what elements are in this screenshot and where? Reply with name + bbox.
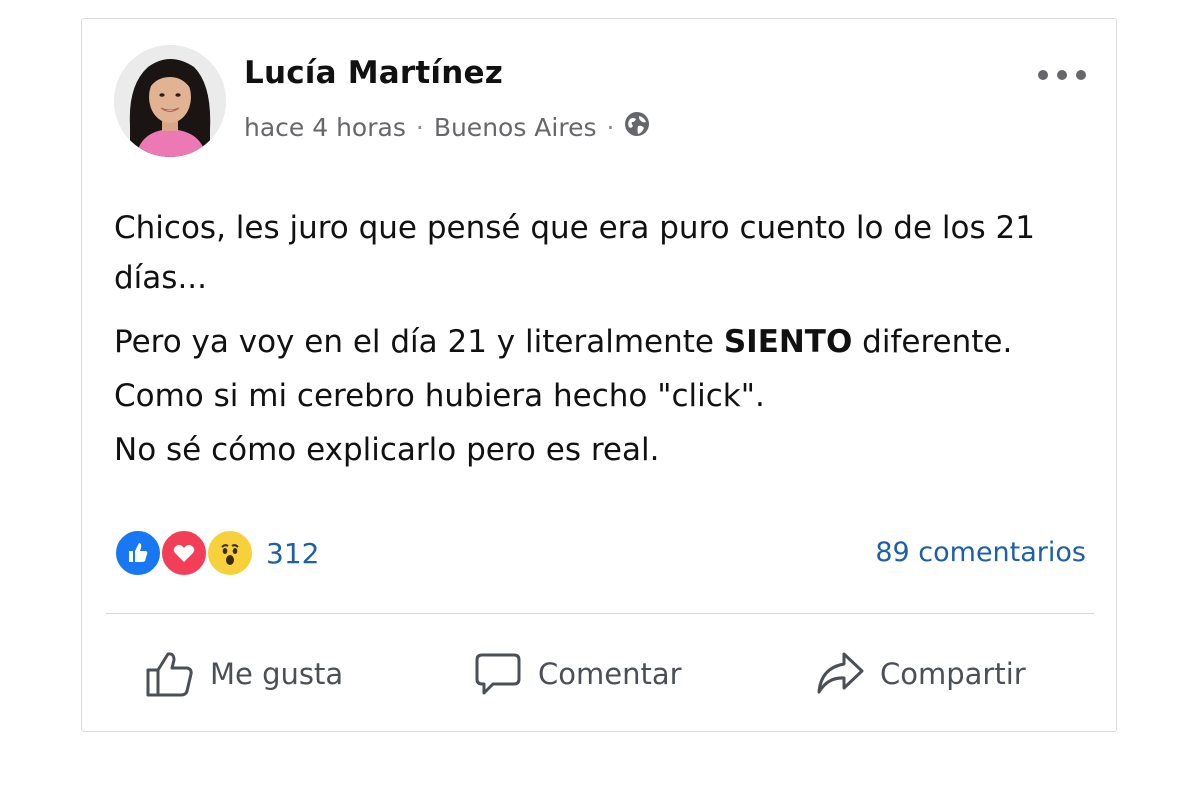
reactions-summary[interactable]: 312 xyxy=(114,529,319,577)
comment-button-label: Comentar xyxy=(538,657,682,691)
action-bar: Me gusta Comentar Compartir xyxy=(82,641,1116,707)
avatar[interactable] xyxy=(114,45,226,157)
author-name[interactable]: Lucía Martínez xyxy=(244,55,503,91)
globe-icon[interactable] xyxy=(624,111,650,143)
like-button-label: Me gusta xyxy=(210,657,344,691)
love-reaction-icon xyxy=(160,529,208,577)
meta-separator: · xyxy=(415,112,424,142)
post-card: Lucía Martínez hace 4 horas · Buenos Air… xyxy=(81,18,1117,732)
like-button[interactable]: Me gusta xyxy=(144,641,343,707)
post-paragraph-4: No sé cómo explicarlo pero es real. xyxy=(114,432,660,468)
more-dot xyxy=(1076,70,1086,80)
comments-count-link[interactable]: 89 comentarios xyxy=(875,537,1086,568)
share-arrow-icon xyxy=(817,652,864,694)
more-options-button[interactable] xyxy=(1038,59,1086,91)
thumbs-up-icon xyxy=(146,652,193,697)
post-paragraph-2: Pero ya voy en el día 21 y literalmente … xyxy=(114,317,1054,367)
avatar-image xyxy=(114,45,226,157)
post-paragraph-3: Como si mi cerebro hubiera hecho "click"… xyxy=(114,378,765,414)
share-button-label: Compartir xyxy=(880,657,1026,691)
more-dot xyxy=(1038,70,1048,80)
post-location[interactable]: Buenos Aires xyxy=(434,113,597,142)
meta-separator: · xyxy=(606,112,615,142)
share-button[interactable]: Compartir xyxy=(814,641,1026,707)
comment-bubble-icon xyxy=(475,653,521,695)
like-reaction-icon xyxy=(114,529,162,577)
paragraph-2-end: diferente. xyxy=(852,324,1013,360)
more-dot xyxy=(1057,70,1067,80)
emphasis-text: SIENTO xyxy=(723,324,853,360)
comment-button[interactable]: Comentar xyxy=(472,641,682,707)
wow-reaction-icon xyxy=(206,529,254,577)
divider xyxy=(106,613,1094,614)
post-time[interactable]: hace 4 horas xyxy=(244,113,406,142)
post-meta: hace 4 horas · Buenos Aires · xyxy=(244,111,650,143)
paragraph-2-start: Pero ya voy en el día 21 y literalmente xyxy=(114,324,724,360)
post-paragraph-1: Chicos, les juro que pensé que era puro … xyxy=(114,210,1035,296)
post-body: Chicos, les juro que pensé que era puro … xyxy=(114,203,1054,485)
reaction-count[interactable]: 312 xyxy=(266,537,319,570)
